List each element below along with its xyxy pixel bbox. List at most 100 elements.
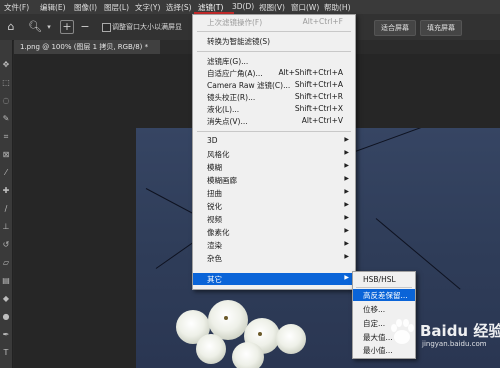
move-tool-icon[interactable]: ✥: [1, 60, 11, 70]
menu-3d[interactable]: 3D(D): [232, 2, 254, 11]
menu-item-filter-gallery[interactable]: 滤镜库(G)...: [193, 55, 355, 67]
submenu-arrow-icon: ▶: [344, 274, 349, 281]
menu-item-pixelate[interactable]: 像素化 ▶: [193, 226, 355, 238]
menu-layer[interactable]: 图层(L): [104, 2, 129, 13]
menu-view[interactable]: 视图(V): [259, 2, 285, 13]
menu-item-label: 自适应广角(A)...: [207, 69, 263, 78]
menu-item-noise[interactable]: 杂色 ▶: [193, 252, 355, 264]
menu-type[interactable]: 文字(Y): [135, 2, 160, 13]
menu-item-shortcut: Alt+Shift+Ctrl+A: [278, 68, 343, 77]
blur-tool-icon[interactable]: ◆: [1, 294, 11, 304]
resize-windows-checkbox[interactable]: [102, 23, 111, 32]
home-icon[interactable]: ⌂: [4, 20, 18, 34]
menu-item-label: 转换为智能滤镜(S): [207, 37, 271, 46]
menu-item-vanishing-point[interactable]: 消失点(V)... Alt+Ctrl+V: [193, 115, 355, 127]
menu-window[interactable]: 窗口(W): [291, 2, 319, 13]
menu-item-adaptive-wide-angle[interactable]: 自适应广角(A)... Alt+Shift+Ctrl+A: [193, 67, 355, 79]
menu-item-lens-correction[interactable]: 镜头校正(R)... Shift+Ctrl+R: [193, 91, 355, 103]
fit-screen-button[interactable]: 适合屏幕: [374, 20, 416, 36]
tools-panel: ✥ ⬚ ◌ ✎ ⌗ ⊠ ⁄ ✚ ∕ ⊥ ↺ ▱ ▤ ◆ ● ✒ T: [0, 40, 13, 368]
crop-tool-icon[interactable]: ⌗: [1, 132, 11, 142]
submenu-arrow-icon: ▶: [344, 201, 349, 208]
menu-item-blur[interactable]: 模糊 ▶: [193, 161, 355, 173]
fill-screen-button[interactable]: 填充屏幕: [420, 20, 462, 36]
lasso-tool-icon[interactable]: ◌: [1, 96, 11, 106]
submenu-item-hsb-hsl[interactable]: HSB/HSL: [353, 274, 415, 286]
menu-bar: 文件(F) 编辑(E) 图像(I) 图层(L) 文字(Y) 选择(S) 滤镜(T…: [0, 0, 500, 14]
healing-tool-icon[interactable]: ✚: [1, 186, 11, 196]
zoom-tool-icon[interactable]: 🔍︎: [28, 20, 42, 34]
filter-menu: 上次滤镜操作(F) Alt+Ctrl+F 转换为智能滤镜(S) 滤镜库(G)..…: [192, 14, 356, 290]
watermark: Baidu 经验 jingyan.baidu.com: [386, 316, 500, 356]
document-tab[interactable]: 1.png @ 100% (图层 1 拷贝, RGB/8) *: [14, 40, 160, 54]
menu-item-label: 消失点(V)...: [207, 117, 248, 126]
zoom-in-icon[interactable]: +: [60, 20, 74, 34]
menu-separator: [356, 287, 412, 288]
menu-select[interactable]: 选择(S): [166, 2, 192, 13]
eyedropper-tool-icon[interactable]: ⁄: [1, 168, 11, 178]
quick-select-tool-icon[interactable]: ✎: [1, 114, 11, 124]
menu-item-label: 滤镜库(G)...: [207, 57, 249, 66]
flower: [276, 324, 306, 354]
menu-item-shortcut: Alt+Ctrl+V: [301, 116, 343, 125]
flower-center: [224, 316, 228, 320]
zoom-out-icon[interactable]: −: [78, 20, 92, 34]
menu-item-label: 上次滤镜操作(F): [207, 18, 263, 27]
resize-windows-label: 调整窗口大小以满屏显: [112, 23, 182, 31]
menu-file[interactable]: 文件(F): [4, 2, 29, 13]
menu-item-liquify[interactable]: 液化(L)... Shift+Ctrl+X: [193, 103, 355, 115]
submenu-item-offset[interactable]: 位移...: [353, 303, 415, 315]
menu-edit[interactable]: 编辑(E): [40, 2, 66, 13]
menu-item-label: 模糊画廊: [207, 176, 237, 185]
menu-item-shortcut: Shift+Ctrl+A: [294, 80, 343, 89]
menu-item-sharpen[interactable]: 锐化 ▶: [193, 200, 355, 212]
history-brush-tool-icon[interactable]: ↺: [1, 240, 11, 250]
menu-item-last-filter: 上次滤镜操作(F) Alt+Ctrl+F: [193, 16, 355, 28]
menu-help[interactable]: 帮助(H): [324, 2, 351, 13]
gradient-tool-icon[interactable]: ▤: [1, 276, 11, 286]
menu-item-camera-raw[interactable]: Camera Raw 滤镜(C)... Shift+Ctrl+A: [193, 79, 355, 91]
menu-item-convert-smart-filter[interactable]: 转换为智能滤镜(S): [193, 35, 355, 47]
submenu-item-high-pass[interactable]: 高反差保留...: [353, 289, 415, 301]
submenu-arrow-icon: ▶: [344, 149, 349, 156]
eraser-tool-icon[interactable]: ▱: [1, 258, 11, 268]
stamp-tool-icon[interactable]: ⊥: [1, 222, 11, 232]
brush-tool-icon[interactable]: ∕: [1, 204, 11, 214]
menu-item-label: 扭曲: [207, 189, 222, 198]
marquee-tool-icon[interactable]: ⬚: [1, 78, 11, 88]
menu-item-shortcut: Shift+Ctrl+R: [294, 92, 343, 101]
submenu-arrow-icon: ▶: [344, 253, 349, 260]
chevron-down-icon[interactable]: ▾: [42, 20, 56, 34]
menu-item-label: 3D: [207, 136, 218, 145]
submenu-item-label: 位移...: [363, 305, 386, 314]
menu-separator: [197, 51, 351, 52]
submenu-item-label: 自定...: [363, 319, 386, 328]
menu-separator: [197, 131, 351, 132]
menu-item-label: 模糊: [207, 163, 222, 172]
submenu-arrow-icon: ▶: [344, 162, 349, 169]
menu-item-label: 像素化: [207, 228, 230, 237]
watermark-brand: Baidu 经验: [420, 322, 500, 340]
menu-item-3d[interactable]: 3D ▶: [193, 135, 355, 147]
menu-item-label: 液化(L)...: [207, 105, 240, 114]
menu-item-label: 渲染: [207, 241, 222, 250]
dodge-tool-icon[interactable]: ●: [1, 312, 11, 322]
submenu-arrow-icon: ▶: [344, 227, 349, 234]
paw-logo-icon: [391, 319, 414, 344]
menu-item-blur-gallery[interactable]: 模糊画廊 ▶: [193, 174, 355, 186]
menu-item-label: 锐化: [207, 202, 222, 211]
menu-item-render[interactable]: 渲染 ▶: [193, 239, 355, 251]
frame-tool-icon[interactable]: ⊠: [1, 150, 11, 160]
menu-item-stylize[interactable]: 风格化 ▶: [193, 148, 355, 160]
menu-item-label: Camera Raw 滤镜(C)...: [207, 81, 291, 90]
watermark-url: jingyan.baidu.com: [422, 340, 487, 348]
menu-item-distort[interactable]: 扭曲 ▶: [193, 187, 355, 199]
type-tool-icon[interactable]: T: [1, 348, 11, 358]
submenu-arrow-icon: ▶: [344, 175, 349, 182]
menu-item-video[interactable]: 视频 ▶: [193, 213, 355, 225]
menu-item-label: 杂色: [207, 254, 222, 263]
menu-image[interactable]: 图像(I): [74, 2, 97, 13]
menu-item-other[interactable]: 其它 ▶: [193, 273, 355, 285]
pen-tool-icon[interactable]: ✒: [1, 330, 11, 340]
menu-item-label: 视频: [207, 215, 222, 224]
